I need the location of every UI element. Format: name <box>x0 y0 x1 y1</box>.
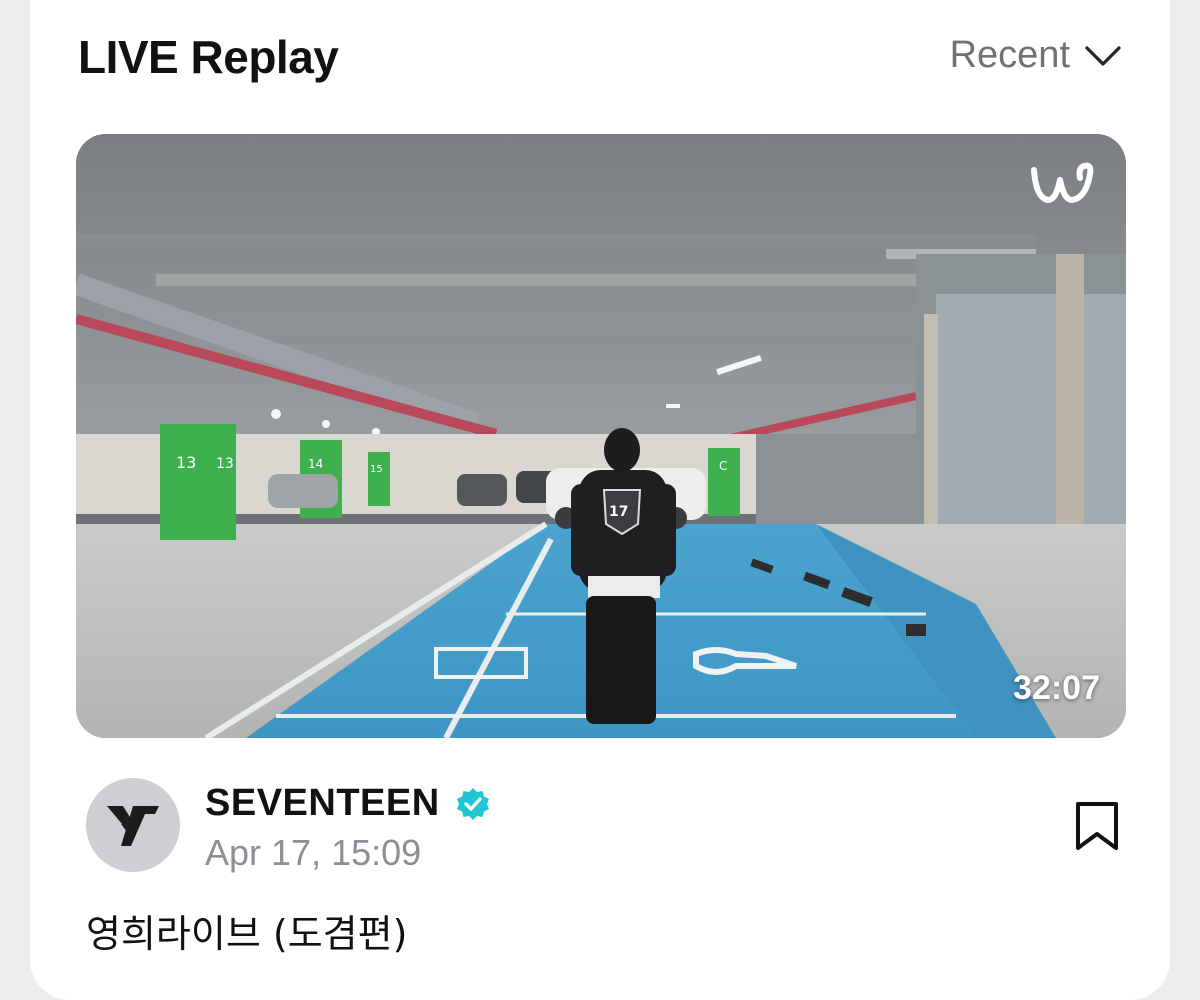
weverse-logo-icon <box>1031 162 1094 203</box>
video-title[interactable]: 영희라이브 (도겸편) <box>86 903 407 958</box>
svg-text:17: 17 <box>609 504 628 520</box>
svg-text:15: 15 <box>370 464 383 475</box>
sort-label: Recent <box>949 34 1070 76</box>
chevron-down-icon <box>1085 45 1121 66</box>
channel-avatar[interactable] <box>86 778 180 872</box>
svg-text:13: 13 <box>176 453 196 472</box>
section-title: LIVE Replay <box>78 31 339 83</box>
verified-badge-icon <box>457 788 489 820</box>
svg-text:13: 13 <box>216 456 234 472</box>
post-date: Apr 17, 15:09 <box>205 832 422 873</box>
channel-name[interactable]: SEVENTEEN <box>205 782 440 825</box>
bookmark-icon[interactable] <box>1074 800 1120 852</box>
seventeen-logo-icon <box>107 806 159 846</box>
svg-text:C: C <box>719 459 727 473</box>
video-thumbnail[interactable]: 13 13 14 15 C 17 32:07 <box>76 134 1126 738</box>
sort-dropdown[interactable]: Recent <box>950 34 1122 77</box>
svg-text:14: 14 <box>308 457 323 471</box>
video-duration: 32:07 <box>1013 669 1100 707</box>
parking-garage-scene: 13 13 14 15 C 17 <box>76 134 1126 738</box>
